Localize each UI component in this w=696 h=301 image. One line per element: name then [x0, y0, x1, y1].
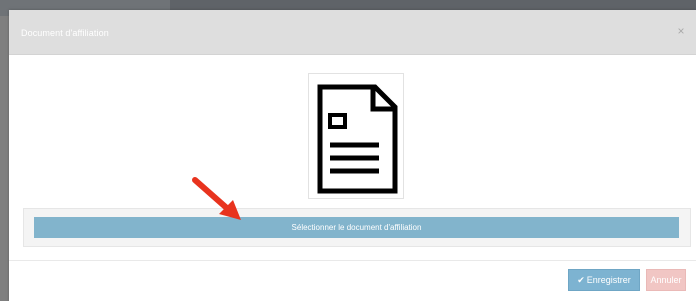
red-arrow-icon [192, 177, 241, 220]
document-select-panel: Sélectionner le document d'affiliation [23, 208, 691, 247]
modal-title: Document d'affiliation [21, 28, 109, 38]
footer-divider [9, 260, 696, 261]
modal-header: Document d'affiliation × [9, 10, 696, 55]
select-document-button[interactable]: Sélectionner le document d'affiliation [34, 217, 679, 238]
cancel-button[interactable]: Annuler [646, 269, 686, 291]
close-button[interactable]: × [674, 24, 688, 38]
document-icon [317, 84, 398, 194]
check-icon: ✔ [577, 275, 585, 285]
save-button[interactable]: ✔ Enregistrer [568, 269, 640, 291]
affiliation-document-modal: Document d'affiliation × Sélectionner le… [9, 10, 696, 301]
document-preview[interactable] [308, 73, 404, 199]
save-button-label: Enregistrer [586, 275, 631, 285]
